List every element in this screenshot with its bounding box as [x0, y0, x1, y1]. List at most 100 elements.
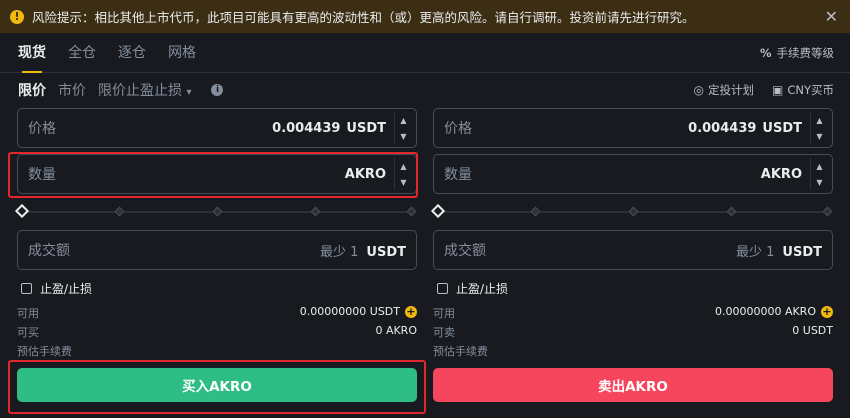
buy-amount-decrement-button[interactable]: ▼ [395, 174, 412, 190]
buy-available-amount: 0.00000000 USDT [299, 305, 400, 318]
fee-level-link[interactable]: % 手续费等级 [760, 33, 834, 73]
sell-price-label: 价格 [444, 121, 472, 137]
buy-price-value: 0.004439 USDT [272, 121, 386, 136]
buy-available-value: 0.00000000 USDT + [300, 305, 417, 318]
order-type-stop-limit-label: 限价止盈止损 [98, 83, 182, 99]
sell-amount-unit: AKRO [760, 166, 802, 182]
buy-amount-increment-button[interactable]: ▲ [395, 158, 412, 174]
sell-price-field[interactable]: 价格 0.004439 USDT ▲ ▼ [433, 108, 833, 148]
sell-slider-mark-75[interactable] [726, 206, 737, 217]
sell-price-unit: USDT [762, 120, 802, 136]
buy-fee-label: 预估手续费 [17, 345, 72, 358]
sell-fee-row: 预估手续费 [433, 343, 833, 359]
buy-price-stepper: ▲ ▼ [394, 112, 412, 144]
sell-price-value: 0.004439 USDT [688, 121, 802, 136]
sell-available-row: 可用 0.00000000 AKRO + [433, 305, 833, 321]
buy-price-number: 0.004439 [272, 120, 341, 136]
buy-slider-handle[interactable] [14, 203, 30, 219]
risk-warning-banner: ! 风险提示：相比其他上市代币，此项目可能具有更高的波动性和（或）更高的风险。请… [0, 0, 850, 33]
auto-invest-label: 定投计划 [707, 83, 754, 97]
sell-amount-field[interactable]: 数量 AKRO ▲ ▼ [433, 154, 833, 194]
buy-available-row: 可用 0.00000000 USDT + [17, 305, 417, 321]
sell-amount-stepper: ▲ ▼ [810, 158, 828, 190]
close-icon[interactable]: ✕ [825, 7, 838, 26]
tab-spot[interactable]: 现货 [18, 33, 46, 73]
buy-price-decrement-button[interactable]: ▼ [395, 128, 412, 144]
buy-cny-link[interactable]: ▣ CNY买币 [772, 82, 834, 98]
risk-warning-text: 风险提示：相比其他上市代币，此项目可能具有更高的波动性和（或）更高的风险。请自行… [32, 10, 695, 25]
sell-tpsl-checkbox[interactable] [437, 283, 448, 294]
sell-max-label: 可卖 [433, 326, 455, 339]
buy-amount-slider[interactable] [14, 203, 417, 219]
sell-price-increment-button[interactable]: ▲ [811, 112, 828, 128]
sell-total-value: 最少 1 USDT [736, 241, 822, 260]
sell-tpsl-checkbox-row: 止盈/止损 [437, 280, 508, 297]
sell-available-amount: 0.00000000 AKRO [714, 305, 816, 318]
buy-tpsl-label: 止盈/止损 [40, 282, 93, 296]
buy-fee-row: 预估手续费 [17, 343, 417, 359]
buy-slider-mark-75[interactable] [310, 206, 321, 217]
sell-max-value: 0 USDT [792, 324, 833, 337]
chevron-down-icon: ▾ [186, 87, 192, 98]
sell-total-unit: USDT [782, 244, 822, 260]
sell-total-label: 成交额 [444, 243, 486, 259]
buy-akro-button[interactable]: 买入AKRO [17, 368, 417, 402]
auto-invest-icon: ◎ [693, 83, 704, 97]
sell-price-stepper: ▲ ▼ [810, 112, 828, 144]
sell-slider-mark-25[interactable] [530, 206, 541, 217]
fee-level-label: 手续费等级 [776, 46, 835, 60]
sell-available-value: 0.00000000 AKRO + [715, 305, 833, 318]
top-right-links: ◎ 定投计划 ▣ CNY买币 [676, 76, 835, 104]
sell-total-field[interactable]: 成交额 最少 1 USDT [433, 230, 833, 270]
sell-fee-label: 预估手续费 [433, 345, 488, 358]
card-icon: ▣ [771, 83, 784, 97]
trade-mode-tabs: 现货 全仓 逐仓 网格 % 手续费等级 [0, 33, 850, 73]
sell-max-row: 可卖 0 USDT [433, 324, 833, 340]
sell-price-number: 0.004439 [688, 120, 757, 136]
buy-price-increment-button[interactable]: ▲ [395, 112, 412, 128]
buy-slider-mark-100[interactable] [406, 206, 417, 217]
percent-icon: % [759, 46, 772, 60]
sell-amount-slider[interactable] [430, 203, 833, 219]
buy-total-field[interactable]: 成交额 最少 1 USDT [17, 230, 417, 270]
buy-slider-mark-25[interactable] [114, 206, 125, 217]
order-type-market[interactable]: 市价 [58, 80, 86, 100]
add-funds-icon[interactable]: + [405, 305, 417, 318]
sell-slider-mark-50[interactable] [628, 206, 639, 217]
buy-tpsl-checkbox-row: 止盈/止损 [21, 280, 92, 297]
add-funds-icon[interactable]: + [821, 305, 833, 318]
buy-tpsl-checkbox[interactable] [21, 283, 32, 294]
sell-amount-increment-button[interactable]: ▲ [811, 158, 828, 174]
buy-amount-label: 数量 [28, 167, 56, 183]
buy-max-value: 0 AKRO [375, 324, 417, 337]
buy-price-unit: USDT [346, 120, 386, 136]
buy-available-label: 可用 [17, 307, 39, 320]
tab-grid[interactable]: 网格 [168, 33, 196, 73]
tab-isolated-margin[interactable]: 逐仓 [118, 33, 146, 73]
order-type-limit[interactable]: 限价 [18, 80, 46, 100]
sell-price-decrement-button[interactable]: ▼ [811, 128, 828, 144]
auto-invest-link[interactable]: ◎ 定投计划 [694, 82, 754, 98]
exclamation-icon: ! [10, 9, 24, 24]
sell-slider-handle[interactable] [430, 203, 446, 219]
buy-total-unit: USDT [366, 244, 406, 260]
order-type-bar: 限价 市价 限价止盈止损 ▾ i ◎ 定投计划 ▣ CNY买币 [0, 76, 850, 104]
buy-max-row: 可买 0 AKRO [17, 324, 417, 340]
buy-price-label: 价格 [28, 121, 56, 137]
buy-max-label: 可买 [17, 326, 39, 339]
buy-slider-mark-50[interactable] [212, 206, 223, 217]
order-type-stop-limit[interactable]: 限价止盈止损 ▾ [98, 80, 191, 100]
sell-amount-decrement-button[interactable]: ▼ [811, 174, 828, 190]
buy-total-value: 最少 1 USDT [320, 241, 406, 260]
buy-amount-stepper: ▲ ▼ [394, 158, 412, 190]
info-icon[interactable]: i [211, 84, 224, 96]
buy-amount-field[interactable]: 数量 AKRO ▲ ▼ [17, 154, 417, 194]
sell-akro-button[interactable]: 卖出AKRO [433, 368, 833, 402]
buy-total-min: 最少 1 [320, 244, 359, 260]
sell-slider-mark-100[interactable] [822, 206, 833, 217]
buy-amount-unit: AKRO [344, 166, 386, 182]
tab-cross-margin[interactable]: 全仓 [68, 33, 96, 73]
buy-price-field[interactable]: 价格 0.004439 USDT ▲ ▼ [17, 108, 417, 148]
buy-cny-label: CNY买币 [787, 83, 834, 97]
sell-tpsl-label: 止盈/止损 [456, 282, 509, 296]
